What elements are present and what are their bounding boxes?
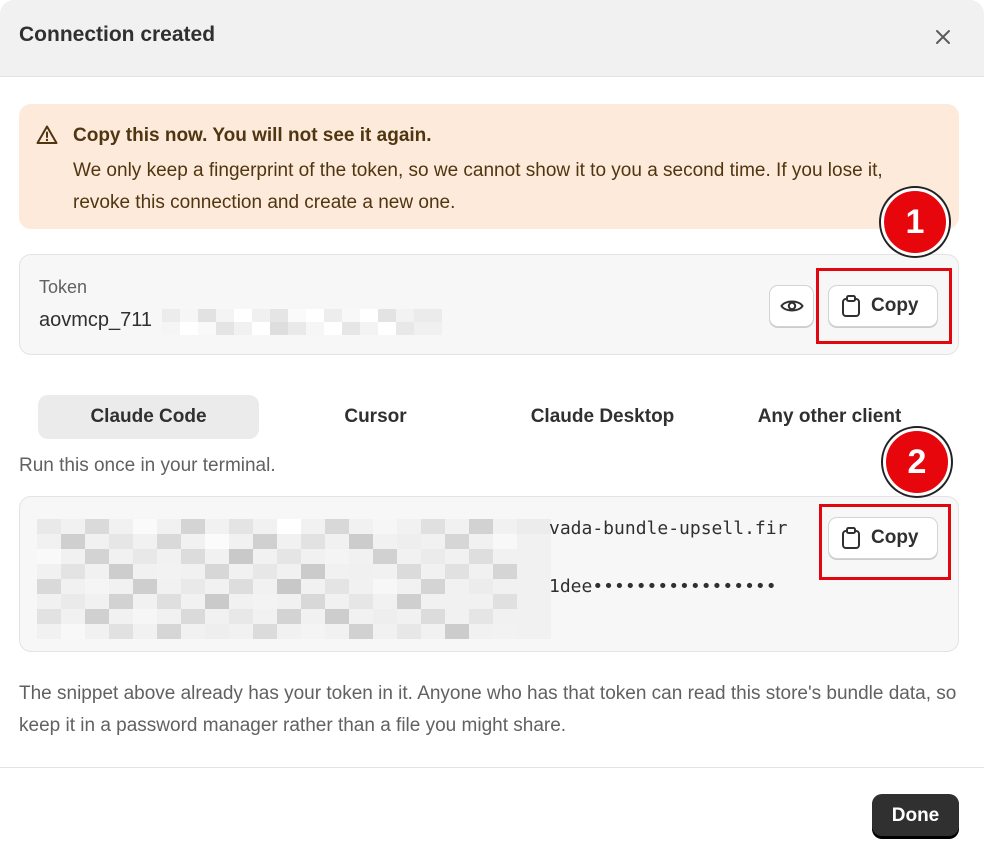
snippet-line-2: 1dee•••••••••••••••••: [549, 576, 777, 597]
dialog-title: Connection created: [19, 23, 216, 46]
terminal-hint: Run this once in your terminal.: [19, 455, 276, 476]
tab-cursor[interactable]: Cursor: [265, 395, 486, 439]
snippet-line-1: vada-bundle-upsell.fir: [549, 518, 788, 539]
snippet-redaction: [37, 519, 551, 639]
tab-claude-desktop[interactable]: Claude Desktop: [492, 395, 713, 439]
copy-snippet-highlight: [819, 504, 951, 580]
token-value: aovmcp_711: [39, 309, 153, 331]
code-snippet-card: vada-bundle-upsell.fir 1dee•••••••••••••…: [19, 496, 959, 652]
client-tabs: Claude Code Cursor Claude Desktop Any ot…: [38, 395, 943, 439]
close-button[interactable]: [926, 20, 960, 54]
tab-claude-code[interactable]: Claude Code: [38, 395, 259, 439]
warning-banner: Copy this now. You will not see it again…: [19, 104, 959, 229]
step-badge-2: 2: [883, 428, 951, 496]
security-footnote: The snippet above already has your token…: [19, 683, 957, 736]
copy-token-highlight: [816, 268, 952, 344]
done-button[interactable]: Done: [872, 794, 959, 838]
close-icon: [936, 30, 950, 44]
dialog-header: Connection created: [0, 0, 984, 77]
token-redaction: [162, 309, 442, 335]
warning-body: We only keep a fingerprint of the token,…: [73, 160, 883, 213]
warning-title: Copy this now. You will not see it again…: [73, 125, 432, 146]
eye-icon: [779, 300, 804, 312]
dialog-footer: Done: [0, 767, 984, 862]
reveal-token-button[interactable]: [769, 285, 814, 327]
warning-triangle-icon: [36, 125, 58, 144]
connection-created-dialog: Connection created Copy this now. You wi…: [0, 0, 984, 862]
step-badge-1: 1: [881, 188, 949, 256]
token-label: Token: [39, 277, 88, 297]
